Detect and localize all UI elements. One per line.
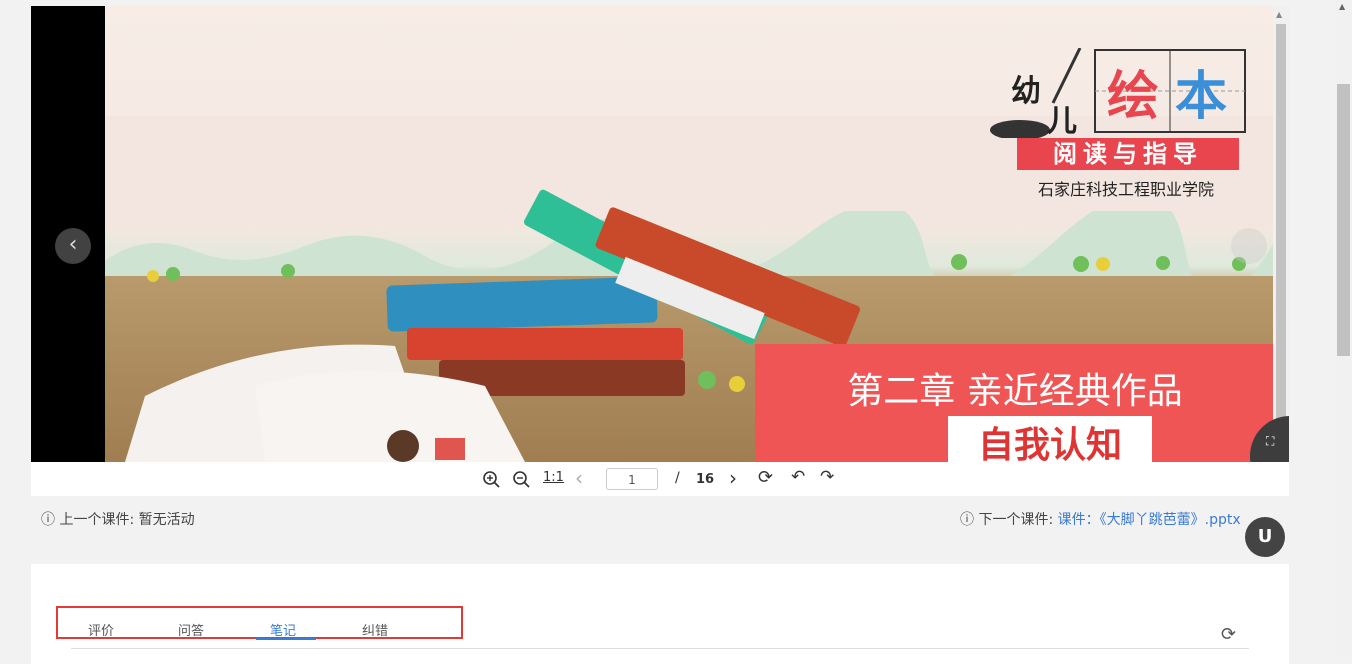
viewer-scrollbar[interactable]: ▲ [1273,6,1289,462]
info-icon: ⓘ [960,512,974,528]
refresh-icon[interactable]: ⟳ [1221,624,1236,645]
info-icon: ⓘ [41,512,55,528]
prev-course-label: 上一个课件: 暂无活动 [59,512,195,528]
scroll-up-icon[interactable]: ▲ [1339,2,1345,11]
page-total: 16 [696,472,715,487]
zoom-in-icon[interactable] [482,470,500,488]
slide-logo: 幼 儿 绘 本 [985,48,1247,139]
logo-char-ben: 本 [1175,67,1228,127]
next-course-link[interactable]: 课件：《大脚丫跳芭蕾》.pptx [1058,512,1241,528]
school-name: 石家庄科技工程职业学院 [1038,180,1215,199]
tab-bar: 评价 问答 笔记 纠错 [56,606,463,640]
logo-subtitle: 阅读与指导 [1017,138,1239,170]
chapter-banner: 第二章 亲近经典作品 自我认知 [755,344,1275,462]
tab-qa[interactable]: 问答 [178,620,204,639]
page-scrollbar[interactable]: ▲ [1335,0,1352,655]
next-course-label: 下一个课件: [978,512,1058,528]
active-tab-indicator [256,638,316,640]
divider [71,648,1249,649]
actual-size-button[interactable]: 1:1 [543,470,564,485]
viewer-scroll-thumb[interactable] [1276,24,1286,424]
logo-char-you: 幼 [1011,74,1041,109]
redo-icon[interactable]: ↷ [820,467,834,487]
page-number-input[interactable]: 1 [606,468,658,490]
next-slide-button[interactable]: › [1231,228,1267,264]
fullscreen-icon: ⛶ [1266,434,1275,448]
viewer-toolbar: 1:1 ‹ 1 / 16 › ⟳ ↶ ↷ [31,462,1289,496]
slide-canvas: 幼 儿 绘 本 阅读与指导 石家庄科技工程职业学院 第二章 亲近经典作品 自我认… [105,6,1275,462]
tab-review[interactable]: 评价 [88,620,114,639]
discussion-panel: 评价 问答 笔记 纠错 ⟳ [31,564,1289,664]
next-page-icon[interactable]: › [729,466,737,490]
floating-app-button[interactable]: U [1245,517,1285,557]
next-course: ⓘ 下一个课件: 课件：《大脚丫跳芭蕾》.pptx [960,509,1241,529]
section-title: 自我认知 [948,416,1152,462]
page-scroll-thumb[interactable] [1337,84,1350,356]
page-separator: / [675,470,680,486]
rotate-icon[interactable]: ⟳ [758,467,773,488]
prev-page-icon[interactable]: ‹ [575,466,583,490]
tab-notes[interactable]: 笔记 [270,620,296,639]
logo-char-er: 儿 [1047,104,1077,139]
logo-char-hui: 绘 [1107,67,1160,127]
slide-viewer[interactable]: 幼 儿 绘 本 阅读与指导 石家庄科技工程职业学院 第二章 亲近经典作品 自我认… [31,6,1289,462]
prev-slide-button[interactable]: ‹ [55,228,91,264]
prev-course: ⓘ 上一个课件: 暂无活动 [41,509,195,529]
tab-errata[interactable]: 纠错 [362,620,388,639]
zoom-out-icon[interactable] [512,470,530,488]
chapter-title: 第二章 亲近经典作品 [847,371,1183,412]
undo-icon[interactable]: ↶ [791,467,805,487]
scroll-up-icon[interactable]: ▲ [1276,10,1282,19]
